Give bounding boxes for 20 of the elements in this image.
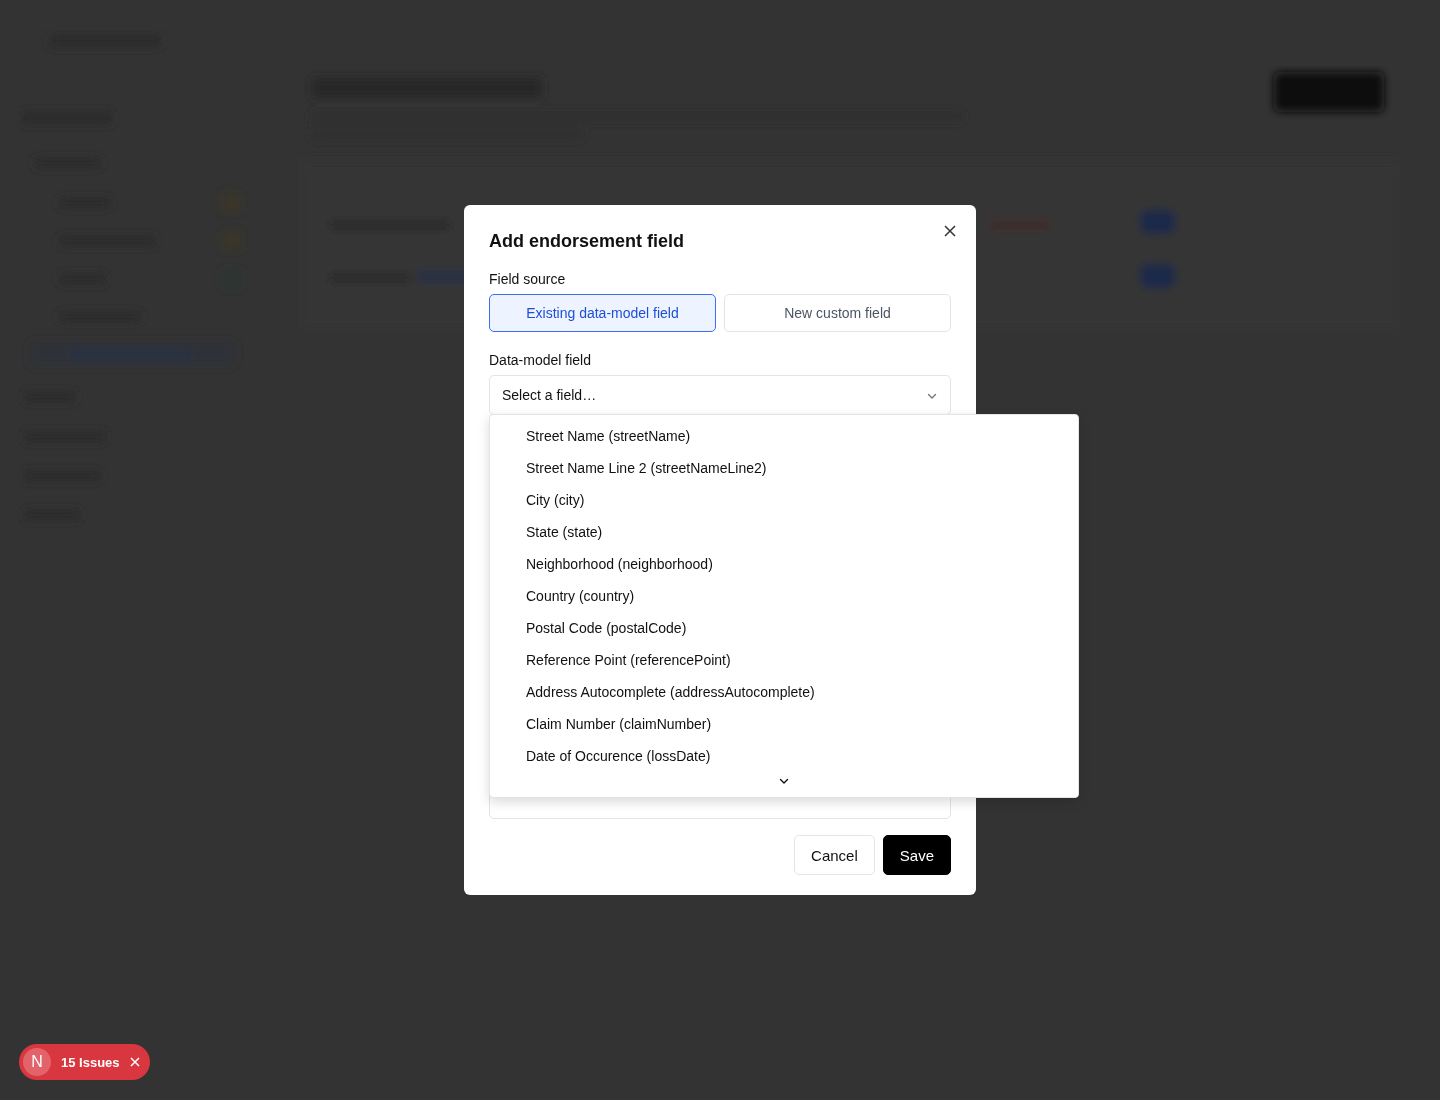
dropdown-option[interactable]: Street Name Line 2 (streetNameLine2)	[490, 452, 1078, 484]
field-label: Data-model field	[489, 352, 592, 368]
segment-tab[interactable]: Existing data-model field	[489, 294, 716, 332]
dropdown-option[interactable]: Address Autocomplete (addressAutocomplete)	[490, 676, 1078, 708]
save-button[interactable]: Save	[882, 835, 951, 875]
cancel-button[interactable]: Cancel	[794, 835, 875, 875]
dropdown-option[interactable]: Country (country)	[490, 580, 1078, 612]
segment-tab[interactable]: New custom field	[724, 294, 951, 332]
dropdown-option[interactable]: Street Name (streetName)	[490, 420, 1078, 452]
dropdown-option[interactable]: Reference Point (referencePoint)	[490, 644, 1078, 676]
dropdown-option[interactable]: Date of Occurence (lossDate)	[490, 740, 1078, 772]
dropdown-option[interactable]: Neighborhood (neighborhood)	[490, 548, 1078, 580]
select-field[interactable]: Select a field…	[489, 375, 951, 415]
dropdown-option[interactable]: Claim Number (claimNumber)	[490, 708, 1078, 740]
dropdown-option[interactable]: Postal Code (postalCode)	[490, 612, 1078, 644]
dialog-title: Add endorsement field	[489, 231, 686, 252]
field-label: Field source	[489, 271, 567, 287]
dropdown-option[interactable]: State (state)	[490, 516, 1078, 548]
dropdown-option[interactable]: City (city)	[490, 484, 1078, 516]
issues-label[interactable]: 15 Issues	[61, 1054, 120, 1070]
